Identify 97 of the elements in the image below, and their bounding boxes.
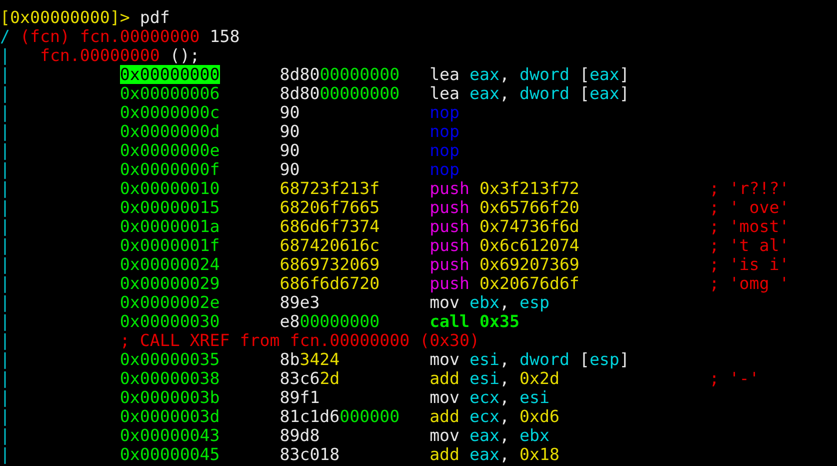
instruction-comment: ; ' ove': [709, 198, 790, 217]
instruction-address: 0x0000000e: [120, 141, 220, 160]
instruction-bytes: e800000000: [280, 312, 380, 331]
instruction-bytes: 8d8000000000: [280, 84, 400, 103]
instruction-address: 0x00000030: [120, 312, 220, 331]
gutter-glyph: |: [0, 65, 10, 84]
instruction-address: 0x0000001a: [120, 217, 220, 236]
gutter-glyph: |: [0, 407, 10, 426]
gutter-glyph: |: [0, 84, 10, 103]
instruction-bytes: 90: [280, 103, 300, 122]
gutter-glyph: |: [0, 369, 10, 388]
assembly-instruction: mov eax, ebx: [430, 426, 550, 445]
instruction-bytes: 687420616c: [280, 236, 380, 255]
assembly-instruction: push 0x6c612074: [430, 236, 580, 255]
gutter-glyph: |: [0, 217, 10, 236]
gutter-glyph: |: [0, 274, 10, 293]
instruction-bytes: 8d8000000000: [280, 65, 400, 84]
instruction-comment: ; 'r?!?': [709, 179, 790, 198]
instruction-bytes: 83c018: [280, 445, 340, 464]
assembly-instruction: add esi, 0x2d: [430, 369, 560, 388]
assembly-instruction: add eax, 0x18: [430, 445, 560, 464]
instruction-bytes: 90: [280, 160, 300, 179]
function-start-mark: /: [0, 27, 10, 46]
gutter-glyph: |: [0, 122, 10, 141]
gutter-glyph: |: [0, 388, 10, 407]
assembly-instruction: push 0x3f213f72: [430, 179, 580, 198]
assembly-instruction: nop: [430, 122, 460, 141]
gutter-glyph: |: [0, 312, 10, 331]
instruction-bytes: 81c1d6000000: [280, 407, 400, 426]
instruction-comment: ; '-': [709, 369, 760, 388]
assembly-instruction: push 0x74736f6d: [430, 217, 580, 236]
gutter-glyph: |: [0, 255, 10, 274]
assembly-instruction: push 0x20676d6f: [430, 274, 580, 293]
instruction-address: 0x00000038: [120, 369, 220, 388]
instruction-address: 0x0000000c: [120, 103, 220, 122]
function-size: 158: [210, 27, 240, 46]
instruction-bytes: 8b3424: [280, 350, 340, 369]
assembly-instruction: mov ecx, esi: [430, 388, 550, 407]
instruction-comment: ; 'is i': [709, 255, 790, 274]
assembly-instruction: lea eax, dword [eax]: [430, 65, 630, 84]
xref-comment: ; CALL XREF from fcn.00000000 (0x30): [120, 331, 480, 350]
instruction-address: 0x00000000: [120, 65, 220, 84]
instruction-bytes: 90: [280, 122, 300, 141]
assembly-instruction: nop: [430, 141, 460, 160]
instruction-address: 0x00000024: [120, 255, 220, 274]
instruction-bytes: 83c62d: [280, 369, 340, 388]
instruction-address: 0x0000003b: [120, 388, 220, 407]
instruction-bytes: 6869732069: [280, 255, 380, 274]
gutter-glyph: |: [0, 445, 10, 464]
instruction-comment: ; 't al': [709, 236, 790, 255]
gutter-glyph: |: [0, 426, 10, 445]
instruction-address: 0x0000002e: [120, 293, 220, 312]
assembly-instruction: nop: [430, 160, 460, 179]
gutter-glyph: |: [0, 46, 10, 65]
instruction-bytes: 68723f213f: [280, 179, 380, 198]
instruction-address: 0x0000000f: [120, 160, 220, 179]
assembly-instruction: nop: [430, 103, 460, 122]
gutter-glyph: |: [0, 293, 10, 312]
gutter-glyph: |: [0, 160, 10, 179]
gutter-glyph: |: [0, 103, 10, 122]
gutter-glyph: |: [0, 331, 10, 350]
assembly-instruction: mov ebx, esp: [430, 293, 550, 312]
instruction-comment: ; 'most': [709, 217, 790, 236]
function-args: ();: [170, 46, 200, 65]
instruction-bytes: 68206f7665: [280, 198, 380, 217]
instruction-bytes: 89e3: [280, 293, 320, 312]
prompt-address: [0x00000000]>: [0, 8, 130, 27]
assembly-instruction: add ecx, 0xd6: [430, 407, 560, 426]
instruction-address: 0x00000045: [120, 445, 220, 464]
gutter-glyph: |: [0, 141, 10, 160]
assembly-instruction: mov esi, dword [esp]: [430, 350, 630, 369]
instruction-address: 0x0000000d: [120, 122, 220, 141]
assembly-instruction: push 0x65766f20: [430, 198, 580, 217]
function-label: (fcn) fcn.00000000: [20, 27, 200, 46]
instruction-address: 0x0000001f: [120, 236, 220, 255]
gutter-glyph: |: [0, 179, 10, 198]
instruction-comment: ; 'omg ': [709, 274, 790, 293]
instruction-bytes: 90: [280, 141, 300, 160]
prompt-command: pdf: [140, 8, 170, 27]
instruction-bytes: 89d8: [280, 426, 320, 445]
assembly-instruction: lea eax, dword [eax]: [430, 84, 630, 103]
gutter-glyph: |: [0, 198, 10, 217]
gutter-glyph: |: [0, 350, 10, 369]
instruction-bytes: 89f1: [280, 388, 320, 407]
assembly-instruction: call 0x35: [430, 312, 520, 331]
instruction-address: 0x00000006: [120, 84, 220, 103]
instruction-bytes: 686f6d6720: [280, 274, 380, 293]
instruction-address: 0x00000035: [120, 350, 220, 369]
instruction-address: 0x00000010: [120, 179, 220, 198]
function-name: fcn.00000000: [40, 46, 160, 65]
instruction-address: 0x00000015: [120, 198, 220, 217]
instruction-address: 0x00000029: [120, 274, 220, 293]
assembly-instruction: push 0x69207369: [430, 255, 580, 274]
instruction-address: 0x00000043: [120, 426, 220, 445]
gutter-glyph: |: [0, 236, 10, 255]
instruction-bytes: 686d6f7374: [280, 217, 380, 236]
instruction-address: 0x0000003d: [120, 407, 220, 426]
